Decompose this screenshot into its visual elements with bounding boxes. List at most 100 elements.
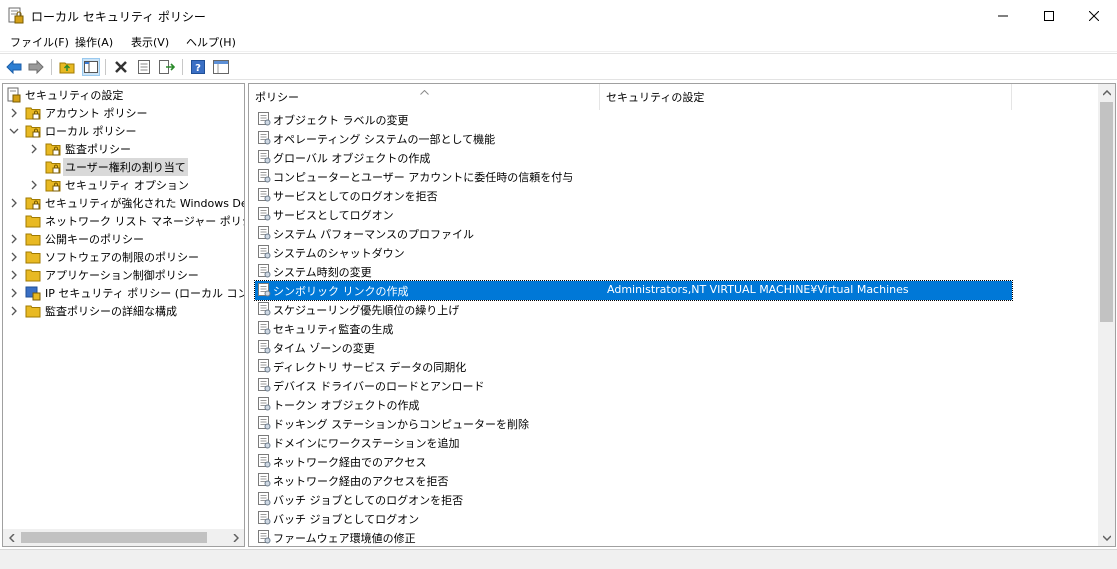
- policy-row[interactable]: オブジェクト ラベルの変更: [255, 110, 1012, 129]
- column-header-policy-label: ポリシー: [255, 91, 299, 104]
- tree-item-label: 公開キーのポリシー: [45, 233, 144, 246]
- folder-icon: [25, 213, 41, 229]
- policy-icon: [257, 188, 271, 202]
- tree-root[interactable]: セキュリティの設定: [3, 86, 243, 104]
- tree-item[interactable]: セキュリティ オプション: [3, 176, 243, 194]
- policy-row[interactable]: ディレクトリ サービス データの同期化: [255, 357, 1012, 376]
- show-hide-tree-icon[interactable]: [82, 58, 100, 76]
- tree-item[interactable]: アプリケーション制御ポリシー: [3, 266, 243, 284]
- chevron-right-icon[interactable]: [29, 180, 39, 190]
- policy-row[interactable]: オペレーティング システムの一部として機能: [255, 129, 1012, 148]
- minimize-button[interactable]: [980, 0, 1026, 31]
- tree-item[interactable]: 公開キーのポリシー: [3, 230, 243, 248]
- policy-row[interactable]: サービスとしてログオン: [255, 205, 1012, 224]
- tree-scroll-thumb[interactable]: [21, 532, 207, 543]
- scroll-left-icon[interactable]: [3, 529, 20, 546]
- menu-view[interactable]: 表示(V): [131, 34, 169, 50]
- policy-row[interactable]: システム パフォーマンスのプロファイル: [255, 224, 1012, 243]
- scroll-up-icon[interactable]: [1098, 84, 1115, 101]
- folder-icon: [25, 249, 41, 265]
- help-icon[interactable]: ?: [189, 58, 207, 76]
- policy-row[interactable]: ドッキング ステーションからコンピューターを削除: [255, 414, 1012, 433]
- tree-item[interactable]: IP セキュリティ ポリシー (ローカル コンピュータ: [3, 284, 244, 302]
- policy-row[interactable]: トークン オブジェクトの作成: [255, 395, 1012, 414]
- properties-icon[interactable]: [135, 58, 153, 76]
- column-header-policy[interactable]: ポリシー: [249, 84, 600, 110]
- menu-action[interactable]: 操作(A): [75, 34, 113, 50]
- export-list-icon[interactable]: [158, 58, 176, 76]
- policy-row[interactable]: スケジューリング優先順位の繰り上げ: [255, 300, 1012, 319]
- scroll-right-icon[interactable]: [227, 529, 244, 546]
- chevron-right-icon[interactable]: [9, 198, 19, 208]
- policy-row[interactable]: グローバル オブジェクトの作成: [255, 148, 1012, 167]
- tree-pane[interactable]: セキュリティの設定 アカウント ポリシー ローカル ポリシー 監査ポリシー ユーザー権…: [2, 83, 245, 547]
- policy-name: ディレクトリ サービス データの同期化: [273, 361, 467, 374]
- menu-file[interactable]: ファイル(F): [10, 34, 69, 50]
- policy-name: オブジェクト ラベルの変更: [273, 114, 409, 127]
- chevron-right-icon[interactable]: [9, 252, 19, 262]
- chevron-down-icon[interactable]: [9, 126, 19, 136]
- up-folder-icon[interactable]: [58, 58, 76, 76]
- view-icon[interactable]: [212, 58, 230, 76]
- policy-row[interactable]: タイム ゾーンの変更: [255, 338, 1012, 357]
- tree-item[interactable]: セキュリティが強化された Windows Defer: [3, 194, 245, 212]
- ip-security-icon: [25, 285, 41, 301]
- policy-icon: [257, 207, 271, 221]
- chevron-right-icon[interactable]: [9, 288, 19, 298]
- menu-bar: ファイル(F) 操作(A) 表示(V) ヘルプ(H): [0, 31, 1117, 52]
- policy-list-pane[interactable]: ポリシー セキュリティの設定 オブジェクト ラベルの変更 オペレーティング シス…: [248, 83, 1116, 547]
- policy-name: タイム ゾーンの変更: [273, 342, 375, 355]
- scroll-down-icon[interactable]: [1098, 529, 1115, 546]
- policy-row[interactable]: コンピューターとユーザー アカウントに委任時の信頼を付与: [255, 167, 1012, 186]
- policy-name: システム時刻の変更: [273, 266, 372, 279]
- delete-icon[interactable]: [112, 58, 130, 76]
- policy-row[interactable]: シンボリック リンクの作成 Administrators,NT VIRTUAL …: [254, 280, 1013, 301]
- tree-horizontal-scrollbar[interactable]: [3, 529, 244, 546]
- chevron-right-icon[interactable]: [9, 234, 19, 244]
- policy-row[interactable]: セキュリティ監査の生成: [255, 319, 1012, 338]
- chevron-right-icon[interactable]: [9, 306, 19, 316]
- folder-icon: [25, 105, 41, 121]
- forward-icon[interactable]: [27, 58, 45, 76]
- policy-name: ファームウェア環境値の修正: [273, 532, 416, 545]
- tree-item[interactable]: 監査ポリシー: [3, 140, 243, 158]
- policy-icon: [257, 150, 271, 164]
- close-button[interactable]: [1071, 0, 1117, 31]
- tree-item-label: セキュリティが強化された Windows Defer: [45, 197, 245, 210]
- policy-name: ドメインにワークステーションを追加: [273, 437, 460, 450]
- tree-item[interactable]: ソフトウェアの制限のポリシー: [3, 248, 243, 266]
- policy-name: バッチ ジョブとしてのログオンを拒否: [273, 494, 464, 507]
- policy-row[interactable]: システム時刻の変更: [255, 262, 1012, 281]
- chevron-right-icon[interactable]: [29, 144, 39, 154]
- policy-row[interactable]: デバイス ドライバーのロードとアンロード: [255, 376, 1012, 395]
- policy-name: システム パフォーマンスのプロファイル: [273, 228, 474, 241]
- tree-root-label: セキュリティの設定: [25, 89, 124, 102]
- tree-item[interactable]: アカウント ポリシー: [3, 104, 243, 122]
- policy-row[interactable]: バッチ ジョブとしてのログオンを拒否: [255, 490, 1012, 509]
- policy-name: オペレーティング システムの一部として機能: [273, 133, 496, 146]
- folder-icon: [25, 195, 41, 211]
- tree-item[interactable]: ユーザー権利の割り当て: [3, 158, 243, 176]
- policy-row[interactable]: バッチ ジョブとしてログオン: [255, 509, 1012, 528]
- title-bar: ローカル セキュリティ ポリシー: [0, 0, 1117, 31]
- policy-row[interactable]: サービスとしてのログオンを拒否: [255, 186, 1012, 205]
- policy-row[interactable]: システムのシャットダウン: [255, 243, 1012, 262]
- tree-item-label: ネットワーク リスト マネージャー ポリシー: [45, 215, 245, 228]
- column-header-setting[interactable]: セキュリティの設定: [600, 84, 1012, 110]
- chevron-right-icon[interactable]: [9, 270, 19, 280]
- list-scroll-thumb[interactable]: [1100, 102, 1113, 322]
- list-vertical-scrollbar[interactable]: [1098, 84, 1115, 546]
- policy-row[interactable]: ネットワーク経由でのアクセス: [255, 452, 1012, 471]
- policy-name: ネットワーク経由のアクセスを拒否: [273, 475, 449, 488]
- tree-item[interactable]: ローカル ポリシー: [3, 122, 243, 140]
- tree-item[interactable]: 監査ポリシーの詳細な構成: [3, 302, 243, 320]
- back-icon[interactable]: [5, 58, 23, 76]
- chevron-right-icon[interactable]: [9, 108, 19, 118]
- policy-row[interactable]: ネットワーク経由のアクセスを拒否: [255, 471, 1012, 490]
- policy-row[interactable]: ファームウェア環境値の修正: [255, 528, 1012, 546]
- policy-icon: [257, 321, 271, 335]
- maximize-button[interactable]: [1026, 0, 1072, 31]
- menu-help[interactable]: ヘルプ(H): [186, 34, 236, 50]
- tree-item[interactable]: ネットワーク リスト マネージャー ポリシー: [3, 212, 245, 230]
- policy-row[interactable]: ドメインにワークステーションを追加: [255, 433, 1012, 452]
